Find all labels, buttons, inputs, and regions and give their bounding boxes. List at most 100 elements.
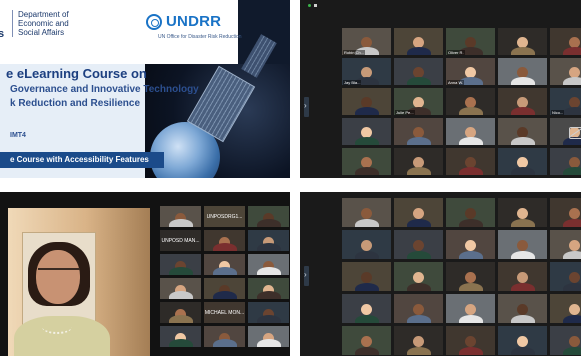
- participant-video-tile[interactable]: [394, 230, 443, 259]
- participant-video-tile[interactable]: [446, 118, 495, 145]
- participant-video-tile[interactable]: Jay Bla...: [342, 58, 391, 85]
- participant-video-tile[interactable]: Nico...: [550, 88, 581, 115]
- side-participant-grid: UNPOSDRG1... UNPOSD MAN... MICHAEL MON...: [160, 206, 289, 347]
- participant-video-tile[interactable]: [248, 302, 289, 323]
- participant-video-tile[interactable]: [342, 148, 391, 175]
- participant-video-tile[interactable]: Julie Pe...: [394, 88, 443, 115]
- participant-video-tile[interactable]: [248, 326, 289, 347]
- participant-video-tile[interactable]: [342, 294, 391, 323]
- meeting-top-bar: [300, 0, 581, 10]
- participant-video-tile[interactable]: [248, 230, 289, 251]
- participant-video-tile[interactable]: Robin Ch...: [342, 28, 391, 55]
- participant-video-tile[interactable]: [446, 148, 495, 175]
- participant-video-tile[interactable]: [550, 118, 581, 145]
- participant-video-tile[interactable]: [394, 262, 443, 291]
- participant-name-label: Jay Bla...: [343, 80, 362, 85]
- course-title-line-1: e eLearning Course on: [6, 66, 147, 81]
- participant-video-tile[interactable]: [498, 326, 547, 355]
- participant-video-tile[interactable]: [160, 278, 201, 299]
- participant-video-tile[interactable]: [394, 118, 443, 145]
- gallery-prev-arrow-icon[interactable]: [304, 97, 309, 117]
- participant-video-tile[interactable]: [394, 148, 443, 175]
- participant-video-tile[interactable]: [550, 262, 581, 291]
- participant-video-tile[interactable]: [160, 206, 201, 227]
- participant-video-tile[interactable]: [394, 326, 443, 355]
- participant-video-tile[interactable]: [204, 230, 245, 251]
- participant-video-tile[interactable]: [498, 28, 547, 55]
- participant-video-tile[interactable]: [498, 294, 547, 323]
- participant-video-tile[interactable]: [498, 118, 547, 145]
- participant-video-tile[interactable]: Anna W.: [446, 58, 495, 85]
- participant-video-tile[interactable]: [446, 326, 495, 355]
- participant-video-tile[interactable]: [160, 302, 201, 323]
- participant-name-label: Oliver R.: [447, 50, 465, 55]
- active-speaker-video[interactable]: [8, 208, 150, 356]
- participant-video-tile[interactable]: [550, 294, 581, 323]
- participant-video-tile[interactable]: [446, 198, 495, 227]
- participant-video-tile[interactable]: [550, 326, 581, 355]
- participant-video-tile[interactable]: [204, 278, 245, 299]
- participant-video-tile[interactable]: [446, 294, 495, 323]
- participant-grid: [342, 198, 581, 355]
- gallery-prev-arrow-icon[interactable]: [304, 266, 309, 286]
- participant-grid: Robin Ch... Oliver R. Jay Bla... Anna W. Jul…: [342, 28, 581, 175]
- participant-video-tile[interactable]: [550, 148, 581, 175]
- participant-video-tile[interactable]: [342, 88, 391, 115]
- participant-video-tile[interactable]: [342, 262, 391, 291]
- participant-video-tile[interactable]: [550, 58, 581, 85]
- participant-name-label: Robin Ch...: [343, 50, 366, 55]
- participant-video-tile[interactable]: [394, 198, 443, 227]
- participant-video-tile[interactable]: [498, 148, 547, 175]
- view-toggle-icon[interactable]: [314, 4, 317, 7]
- participant-video-tile[interactable]: [394, 58, 443, 85]
- slide-edge-letter: s: [0, 28, 5, 40]
- participant-name-tile[interactable]: UNPOSDRG1...: [204, 206, 245, 227]
- participant-video-tile[interactable]: [498, 262, 547, 291]
- speaker-necklace: [42, 320, 72, 334]
- participant-video-tile[interactable]: [498, 198, 547, 227]
- course-title-line-3: k Reduction and Resilience: [10, 98, 141, 109]
- participant-video-tile[interactable]: [248, 278, 289, 299]
- participant-name-tile[interactable]: MICHAEL MON...: [204, 302, 245, 323]
- participant-video-tile[interactable]: [204, 326, 245, 347]
- participant-video-tile[interactable]: [342, 326, 391, 355]
- participant-video-tile[interactable]: [342, 118, 391, 145]
- participant-video-tile[interactable]: [160, 254, 201, 275]
- participant-video-tile[interactable]: [394, 28, 443, 55]
- participant-video-tile[interactable]: [204, 254, 245, 275]
- participant-name-label: MICHAEL MON...: [204, 310, 245, 316]
- participant-name-tile[interactable]: UNPOSD MAN...: [160, 230, 201, 251]
- course-slide-panel: s Department of Economic and Social Affa…: [0, 0, 290, 178]
- participant-video-tile[interactable]: [550, 198, 581, 227]
- un-emblem-icon: [146, 14, 162, 30]
- undrr-logo-text: UNDRR: [166, 13, 222, 30]
- speaker-glasses: [38, 268, 80, 278]
- security-icon[interactable]: [308, 4, 311, 7]
- participant-name-label: UNPOSD MAN...: [161, 238, 200, 244]
- video-gallery-top: Robin Ch... Oliver R. Jay Bla... Anna W. Jul…: [300, 0, 581, 178]
- participant-video-tile[interactable]: [550, 28, 581, 55]
- participant-video-tile[interactable]: [394, 294, 443, 323]
- participant-video-tile[interactable]: [550, 230, 581, 259]
- participant-video-tile[interactable]: [248, 254, 289, 275]
- accessibility-band-text: e Course with Accessibility Features: [10, 155, 149, 164]
- video-gallery-bottom: [300, 192, 581, 356]
- participant-name-label: Anna W.: [447, 80, 465, 85]
- participant-video-tile[interactable]: [342, 230, 391, 259]
- camera-off-icon: [568, 126, 581, 139]
- course-tag: IMT4: [10, 132, 26, 139]
- participant-video-tile[interactable]: [342, 198, 391, 227]
- participant-video-tile[interactable]: [498, 88, 547, 115]
- participant-video-tile[interactable]: [446, 230, 495, 259]
- participant-video-tile[interactable]: [446, 88, 495, 115]
- participant-video-tile[interactable]: [248, 206, 289, 227]
- participant-video-tile[interactable]: [498, 58, 547, 85]
- speaker-view-panel: UNPOSDRG1... UNPOSD MAN... MICHAEL MON...: [0, 192, 290, 356]
- un-desa-label: Department of Economic and Social Affair…: [12, 10, 88, 37]
- participant-name-label: UNPOSDRG1...: [206, 214, 243, 220]
- participant-video-tile[interactable]: Oliver R.: [446, 28, 495, 55]
- participant-video-tile[interactable]: [498, 230, 547, 259]
- participant-video-tile[interactable]: [160, 326, 201, 347]
- participant-video-tile[interactable]: [446, 262, 495, 291]
- course-title-line-2: Governance and Innovative Technology: [10, 84, 199, 95]
